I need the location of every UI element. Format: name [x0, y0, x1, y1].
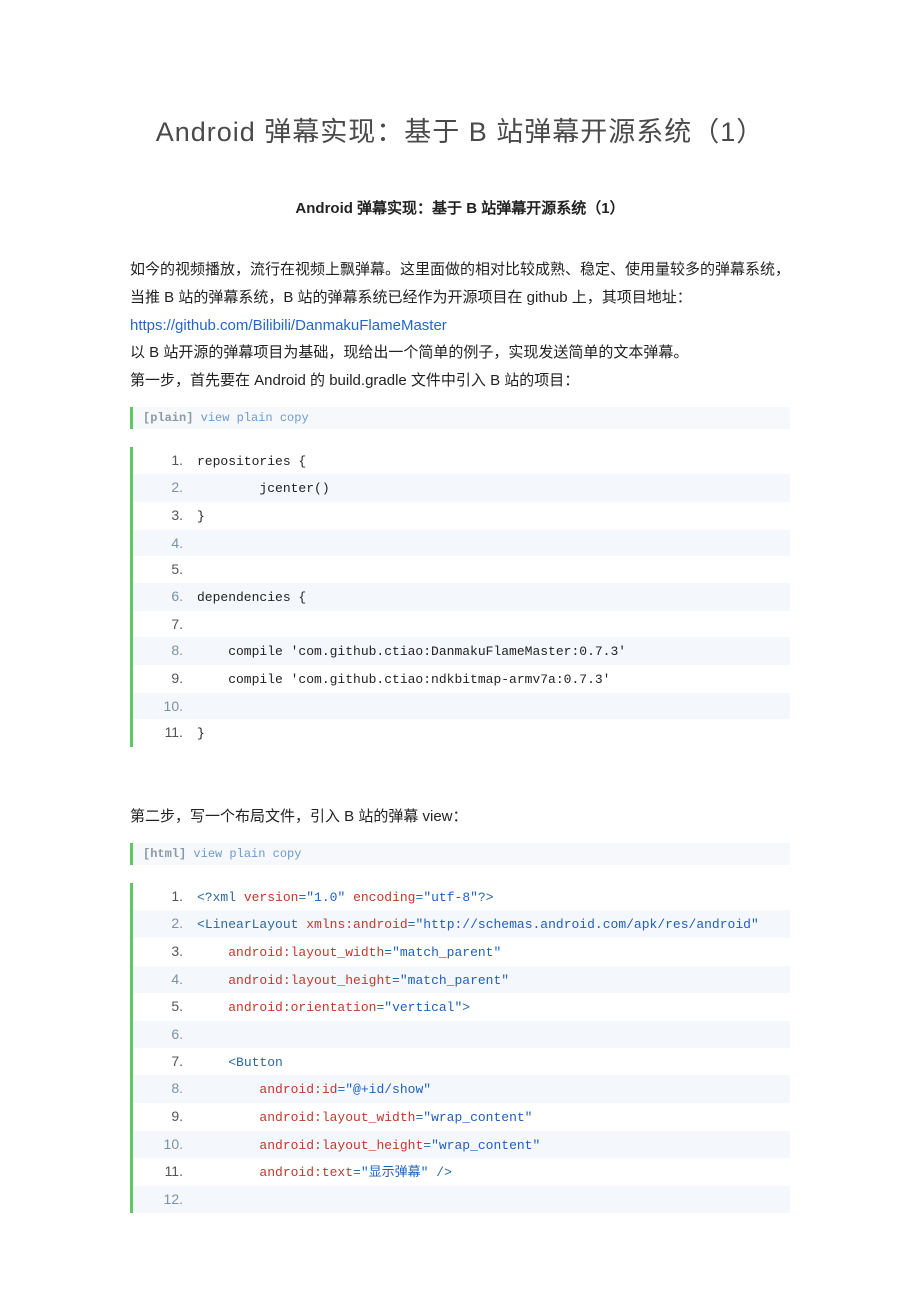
- code-content: android:layout_width="wrap_content": [197, 1106, 790, 1131]
- copy-link[interactable]: copy: [273, 847, 302, 861]
- code-line: <Button: [133, 1048, 790, 1076]
- code-content: }: [197, 505, 790, 530]
- code-line: android:orientation="vertical">: [133, 993, 790, 1021]
- page-subtitle: Android 弹幕实现：基于 B 站弹幕开源系统（1）: [130, 197, 790, 218]
- code-block1-meta: [plain] view plain copy: [130, 407, 790, 429]
- code-content: android:layout_width="match_parent": [197, 941, 790, 966]
- code-line: compile 'com.github.ctiao:ndkbitmap-armv…: [133, 665, 790, 693]
- intro-paragraph-3: 第一步，首先要在 Android 的 build.gradle 文件中引入 B …: [130, 367, 790, 395]
- code-line: android:id="@+id/show": [133, 1075, 790, 1103]
- code-block1: repositories { jcenter() } dependencies …: [130, 447, 790, 747]
- code-content: <LinearLayout xmlns:android="http://sche…: [197, 913, 790, 938]
- intro-paragraph-1: 如今的视频播放，流行在视频上飘弹幕。这里面做的相对比较成熟、稳定、使用量较多的弹…: [130, 256, 790, 339]
- view-plain-link[interactable]: view plain: [201, 411, 273, 425]
- code-line: jcenter(): [133, 474, 790, 502]
- github-link[interactable]: https://github.com/Bilibili/DanmakuFlame…: [130, 317, 447, 334]
- code-line: android:layout_width="wrap_content": [133, 1103, 790, 1131]
- code-content: dependencies {: [197, 586, 790, 611]
- code-line: [133, 611, 790, 638]
- code-line: <?xml version="1.0" encoding="utf-8"?>: [133, 883, 790, 911]
- code-line: }: [133, 719, 790, 747]
- code-line: dependencies {: [133, 583, 790, 611]
- code-line: [133, 1186, 790, 1213]
- code-line: android:text="显示弹幕" />: [133, 1158, 790, 1186]
- code-block2-list: <?xml version="1.0" encoding="utf-8"?><L…: [133, 883, 790, 1213]
- code-line: <LinearLayout xmlns:android="http://sche…: [133, 910, 790, 938]
- code-content: <Button: [197, 1051, 790, 1076]
- code-line: compile 'com.github.ctiao:DanmakuFlameMa…: [133, 637, 790, 665]
- code-line: }: [133, 502, 790, 530]
- code-line: [133, 530, 790, 557]
- intro-text-1: 如今的视频播放，流行在视频上飘弹幕。这里面做的相对比较成熟、稳定、使用量较多的弹…: [130, 261, 790, 306]
- code-block2: <?xml version="1.0" encoding="utf-8"?><L…: [130, 883, 790, 1213]
- code-block1-list: repositories { jcenter() } dependencies …: [133, 447, 790, 747]
- code-content: <?xml version="1.0" encoding="utf-8"?>: [197, 886, 790, 911]
- page-title: Android 弹幕实现：基于 B 站弹幕开源系统（1）: [130, 110, 790, 149]
- code-content: compile 'com.github.ctiao:ndkbitmap-armv…: [197, 668, 790, 693]
- code-content: android:text="显示弹幕" />: [197, 1161, 790, 1186]
- code-content: android:layout_height="wrap_content": [197, 1134, 790, 1159]
- code-block2-meta: [html] view plain copy: [130, 843, 790, 865]
- code-content: repositories {: [197, 450, 790, 475]
- code-content: android:id="@+id/show": [197, 1078, 790, 1103]
- code-lang-label: [html]: [143, 847, 186, 861]
- code-content: android:orientation="vertical">: [197, 996, 790, 1021]
- code-lang-label: [plain]: [143, 411, 193, 425]
- code-line: [133, 556, 790, 583]
- step2-text: 第二步，写一个布局文件，引入 B 站的弹幕 view：: [130, 803, 790, 831]
- code-line: repositories {: [133, 447, 790, 475]
- intro-paragraph-2: 以 B 站开源的弹幕项目为基础，现给出一个简单的例子，实现发送简单的文本弹幕。: [130, 339, 790, 367]
- view-plain-link[interactable]: view plain: [193, 847, 265, 861]
- code-content: compile 'com.github.ctiao:DanmakuFlameMa…: [197, 640, 790, 665]
- code-content: }: [197, 722, 790, 747]
- code-line: android:layout_height="match_parent": [133, 966, 790, 994]
- code-content: jcenter(): [197, 477, 790, 502]
- code-line: android:layout_height="wrap_content": [133, 1131, 790, 1159]
- code-line: [133, 1021, 790, 1048]
- code-content: android:layout_height="match_parent": [197, 969, 790, 994]
- code-line: android:layout_width="match_parent": [133, 938, 790, 966]
- code-line: [133, 693, 790, 720]
- copy-link[interactable]: copy: [280, 411, 309, 425]
